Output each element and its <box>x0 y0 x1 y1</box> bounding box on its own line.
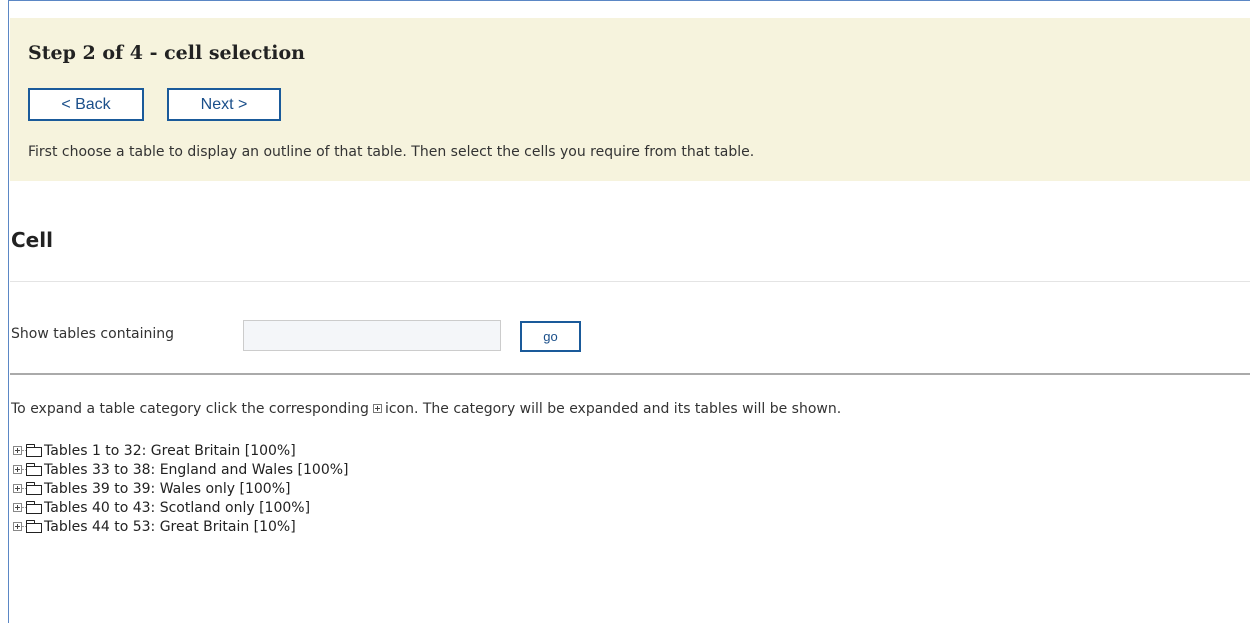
tree-item-label[interactable]: Tables 40 to 43: Scotland only [100%] <box>44 500 310 516</box>
page-frame: Step 2 of 4 - cell selection < Back Next… <box>8 0 1250 623</box>
tree-item: Tables 44 to 53: Great Britain [10%] <box>11 517 349 536</box>
tree-item: Tables 39 to 39: Wales only [100%] <box>11 479 349 498</box>
tree-item-label[interactable]: Tables 44 to 53: Great Britain [10%] <box>44 519 296 535</box>
expand-instructions: To expand a table category click the cor… <box>11 401 841 417</box>
back-button[interactable]: < Back <box>28 88 144 121</box>
divider <box>10 373 1250 375</box>
tree-item: Tables 40 to 43: Scotland only [100%] <box>11 498 349 517</box>
expand-plus-icon[interactable] <box>13 446 22 455</box>
search-input[interactable] <box>243 320 501 351</box>
step-title: Step 2 of 4 - cell selection <box>28 42 305 64</box>
search-label: Show tables containing <box>11 326 175 342</box>
tree-item-label[interactable]: Tables 1 to 32: Great Britain [100%] <box>44 443 296 459</box>
folder-icon <box>26 482 42 495</box>
tree-item-label[interactable]: Tables 33 to 38: England and Wales [100%… <box>44 462 349 478</box>
divider <box>10 281 1250 282</box>
table-category-tree: Tables 1 to 32: Great Britain [100%] Tab… <box>11 441 349 536</box>
go-button[interactable]: go <box>520 321 581 352</box>
expand-plus-icon[interactable] <box>13 503 22 512</box>
folder-icon <box>26 444 42 457</box>
tree-item: Tables 1 to 32: Great Britain [100%] <box>11 441 349 460</box>
plus-box-icon <box>372 403 382 413</box>
tree-item: Tables 33 to 38: England and Wales [100%… <box>11 460 349 479</box>
folder-icon <box>26 463 42 476</box>
instructions-text-start: To expand a table category click the cor… <box>11 401 369 417</box>
folder-icon <box>26 520 42 533</box>
expand-plus-icon[interactable] <box>13 484 22 493</box>
next-button[interactable]: Next > <box>167 88 281 121</box>
section-heading: Cell <box>11 228 53 252</box>
instructions-text-end: icon. The category will be expanded and … <box>384 401 842 417</box>
step-description: First choose a table to display an outli… <box>28 144 755 160</box>
expand-plus-icon[interactable] <box>13 465 22 474</box>
tree-item-label[interactable]: Tables 39 to 39: Wales only [100%] <box>44 481 290 497</box>
expand-plus-icon[interactable] <box>13 522 22 531</box>
step-panel: Step 2 of 4 - cell selection < Back Next… <box>10 18 1250 181</box>
folder-icon <box>26 501 42 514</box>
